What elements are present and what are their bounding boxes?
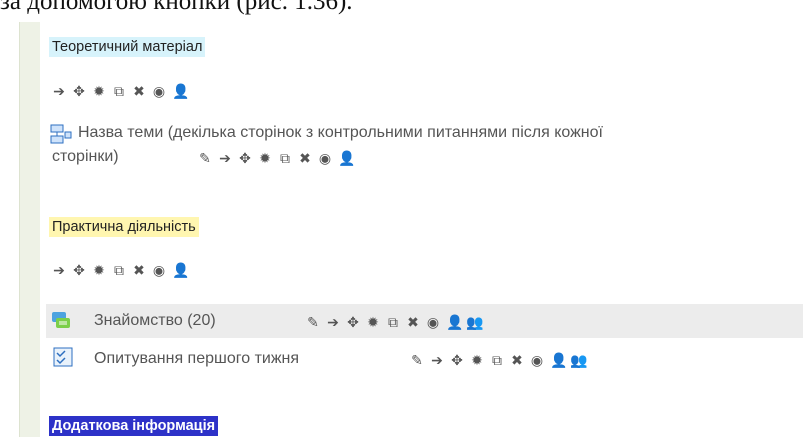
forum-title[interactable]: Знайомство (20): [94, 312, 216, 330]
duplicate-icon[interactable]: ⧉: [490, 352, 504, 369]
forum-icon: [52, 312, 70, 328]
duplicate-icon[interactable]: ⧉: [112, 84, 126, 98]
page-caption: за допомогою кнопки (рис. 1.36).: [0, 0, 353, 15]
activity-quiz: Опитування першого тижня ✎ ➔ ✥ ✹ ⧉ ✖ ◉ 👤…: [46, 342, 803, 376]
quiz-title[interactable]: Опитування першого тижня: [94, 350, 299, 368]
settings-icon[interactable]: ✹: [366, 314, 380, 331]
edit-icon[interactable]: ✎: [198, 150, 212, 167]
delete-icon[interactable]: ✖: [132, 84, 146, 98]
assign-roles-icon[interactable]: 👤: [172, 263, 189, 277]
duplicate-icon[interactable]: ⧉: [278, 150, 292, 167]
assign-roles-icon[interactable]: 👥: [466, 314, 483, 331]
duplicate-icon[interactable]: ⧉: [386, 314, 400, 331]
delete-icon[interactable]: ✖: [510, 352, 524, 369]
assign-roles-icon[interactable]: 👤: [338, 150, 355, 167]
visibility-icon[interactable]: ◉: [318, 150, 332, 167]
edit-icon[interactable]: ✎: [410, 352, 424, 369]
section-theory-toolbar: ➔ ✥ ✹ ⧉ ✖ ◉ 👤: [52, 84, 189, 98]
activity-forum: Знайомство (20) ✎ ➔ ✥ ✹ ⧉ ✖ ◉ 👤 👥: [46, 304, 803, 338]
edit-icon[interactable]: ✎: [306, 314, 320, 331]
visibility-icon[interactable]: ◉: [152, 84, 166, 98]
duplicate-icon[interactable]: ⧉: [112, 263, 126, 277]
visibility-icon[interactable]: ◉: [152, 263, 166, 277]
lesson-toolbar: ✎ ➔ ✥ ✹ ⧉ ✖ ◉ 👤: [198, 150, 355, 167]
move-icon[interactable]: ✥: [346, 314, 360, 331]
move-icon[interactable]: ✥: [72, 84, 86, 98]
move-right-icon[interactable]: ➔: [52, 84, 66, 98]
delete-icon[interactable]: ✖: [298, 150, 312, 167]
move-icon[interactable]: ✥: [238, 150, 252, 167]
assign-roles-icon[interactable]: 👤: [172, 84, 189, 98]
user-icon[interactable]: 👤: [446, 314, 463, 331]
delete-icon[interactable]: ✖: [406, 314, 420, 331]
section-theory-label[interactable]: Теоретичний матеріал: [49, 37, 206, 57]
move-right-icon[interactable]: ➔: [218, 150, 232, 167]
quiz-icon: [53, 347, 73, 367]
section-practice-label[interactable]: Практична діяльність: [49, 217, 199, 237]
user-icon[interactable]: 👤: [550, 352, 567, 369]
visibility-icon[interactable]: ◉: [426, 314, 440, 331]
move-right-icon[interactable]: ➔: [52, 263, 66, 277]
settings-icon[interactable]: ✹: [470, 352, 484, 369]
lesson-icon: [50, 124, 72, 144]
visibility-icon[interactable]: ◉: [530, 352, 544, 369]
course-left-bar: [19, 22, 40, 437]
move-icon[interactable]: ✥: [450, 352, 464, 369]
delete-icon[interactable]: ✖: [132, 263, 146, 277]
forum-toolbar: ✎ ➔ ✥ ✹ ⧉ ✖ ◉ 👤 👥: [306, 314, 483, 331]
settings-icon[interactable]: ✹: [92, 263, 106, 277]
section-additional-label[interactable]: Додаткова інформація: [49, 416, 219, 436]
activity-lesson: Назва теми (декілька сторінок з контроль…: [46, 120, 803, 180]
settings-icon[interactable]: ✹: [258, 150, 272, 167]
move-right-icon[interactable]: ➔: [430, 352, 444, 369]
section-practice-toolbar: ➔ ✥ ✹ ⧉ ✖ ◉ 👤: [52, 263, 189, 277]
move-icon[interactable]: ✥: [72, 263, 86, 277]
assign-roles-icon[interactable]: 👥: [570, 352, 587, 369]
move-right-icon[interactable]: ➔: [326, 314, 340, 331]
settings-icon[interactable]: ✹: [92, 84, 106, 98]
lesson-title-line2[interactable]: сторінки): [52, 148, 119, 166]
lesson-title-line1[interactable]: Назва теми (декілька сторінок з контроль…: [78, 124, 603, 142]
quiz-toolbar: ✎ ➔ ✥ ✹ ⧉ ✖ ◉ 👤 👥: [410, 352, 587, 369]
